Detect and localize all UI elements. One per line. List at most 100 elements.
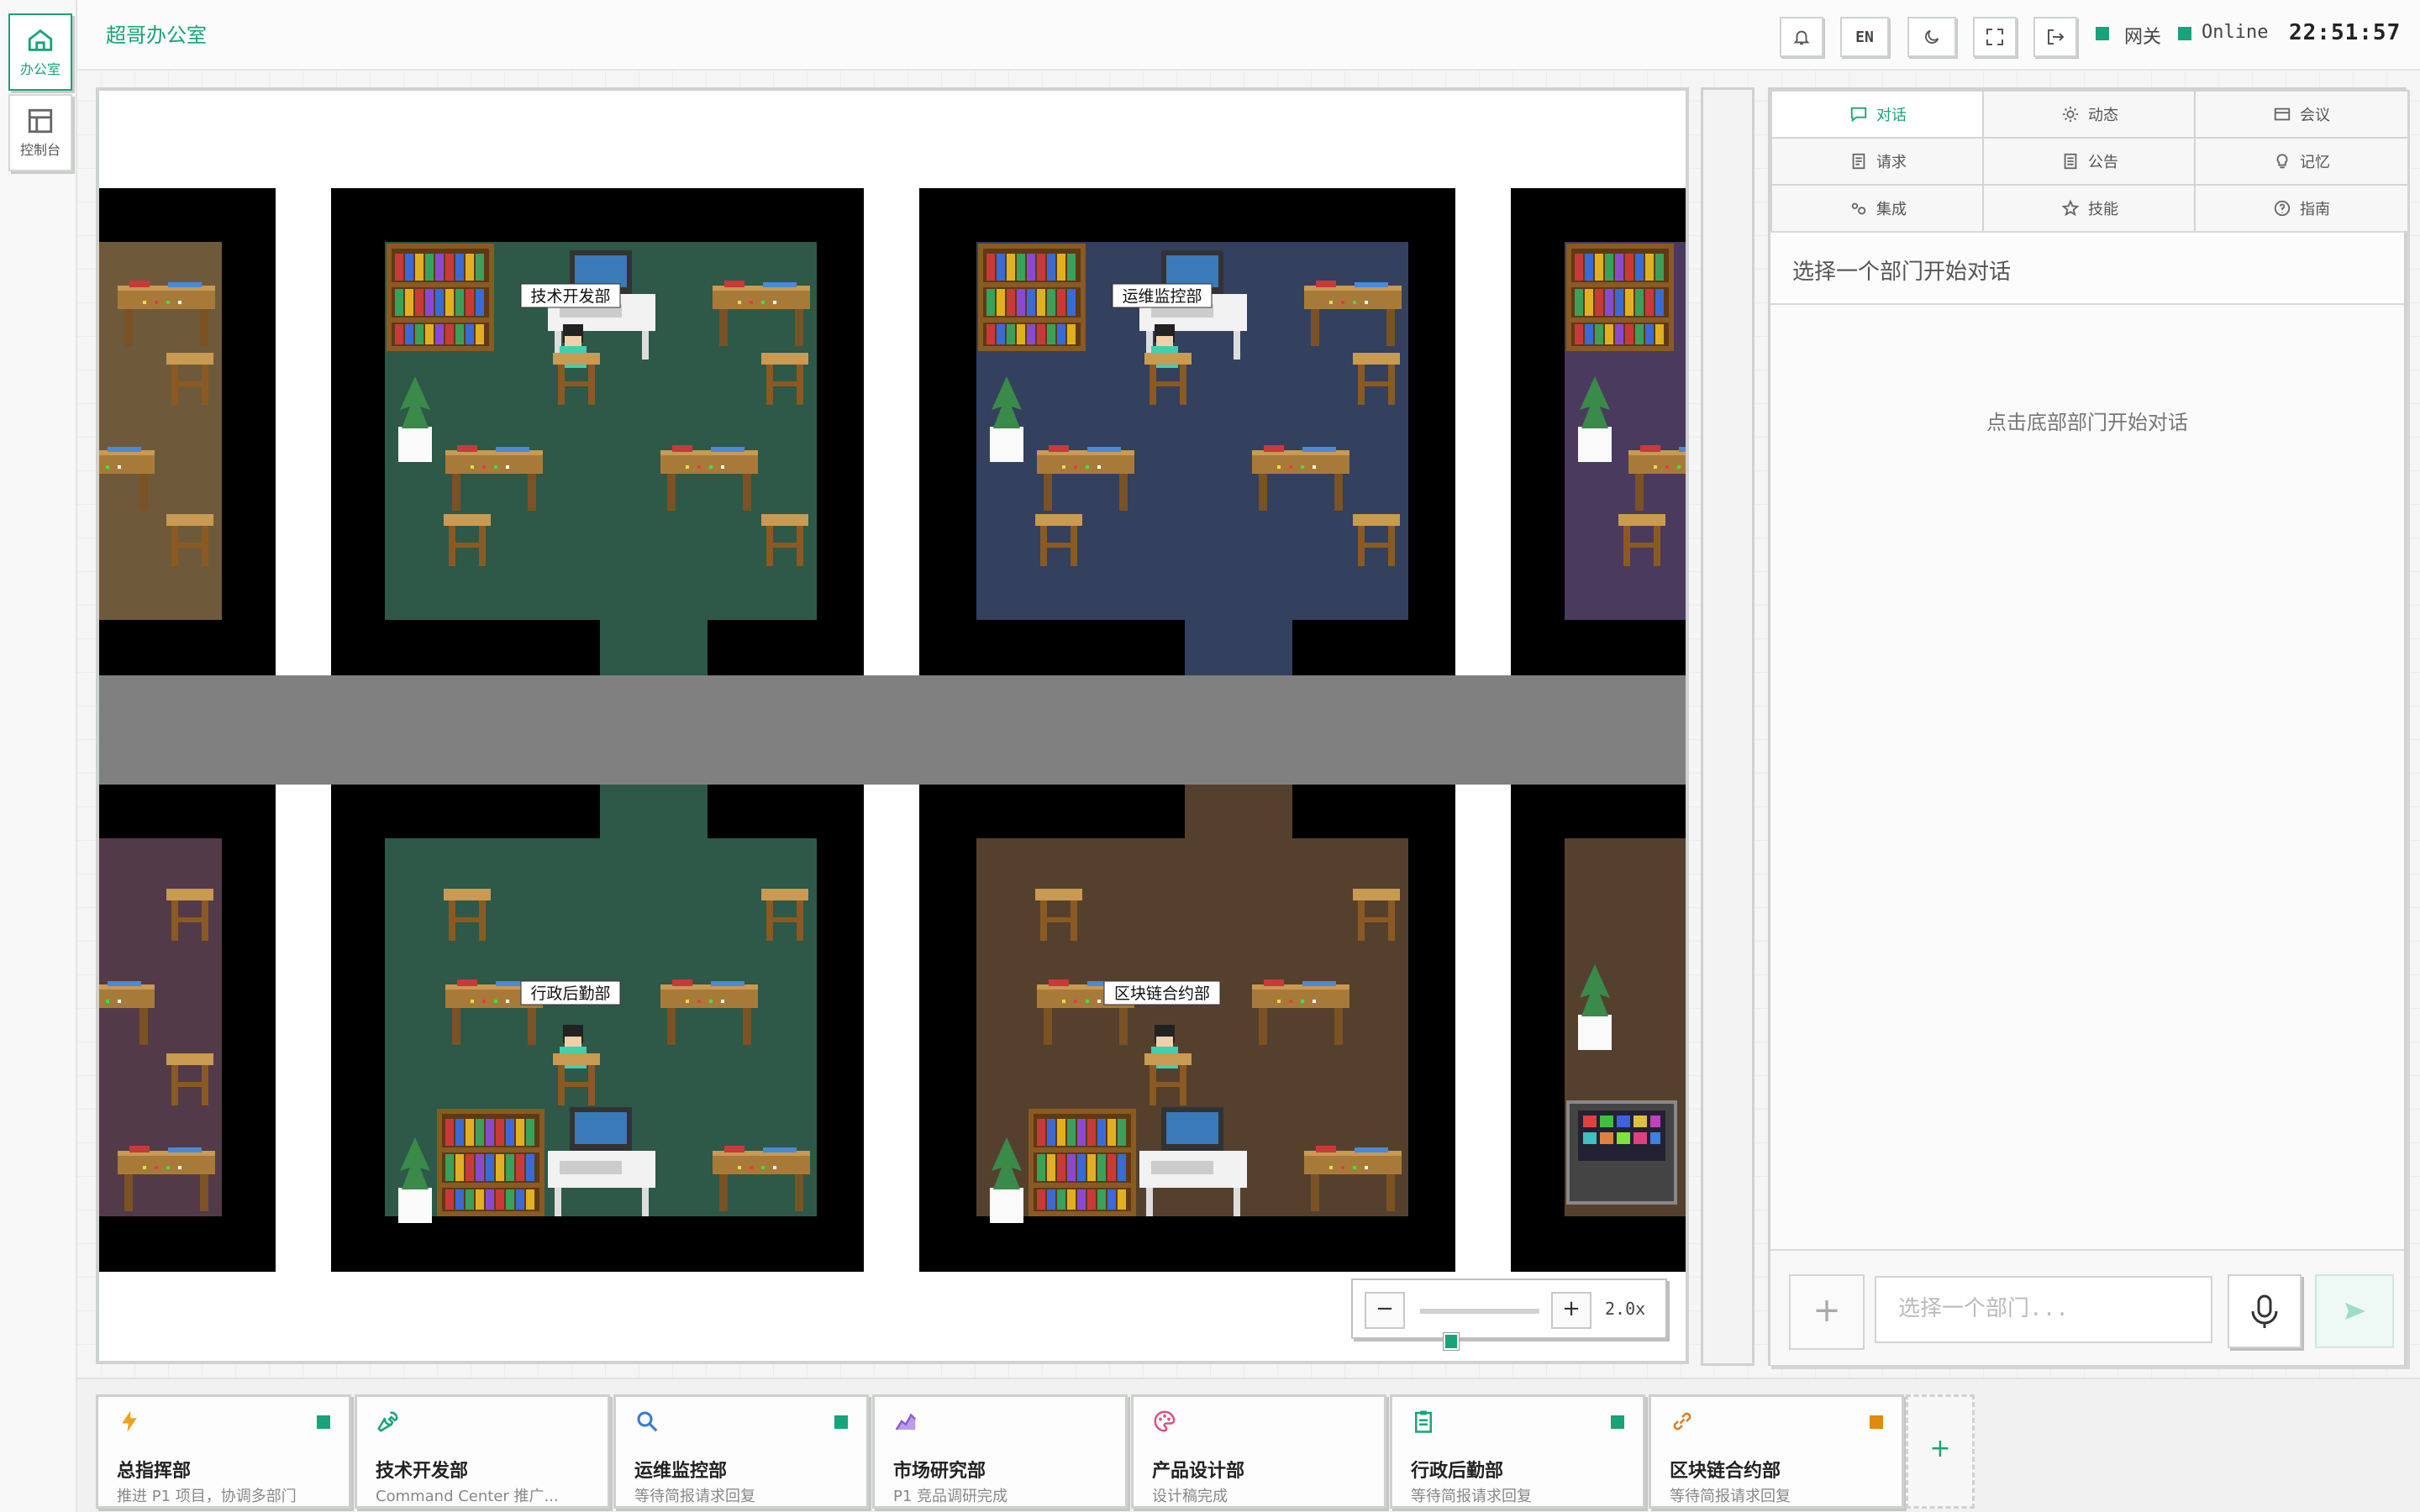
- star-icon: [2061, 199, 2080, 217]
- zoom-slider[interactable]: [1420, 1309, 1539, 1350]
- integration-icon: [1851, 202, 1866, 215]
- gateway-status-dot: [2096, 27, 2109, 40]
- chat-icon: [1850, 107, 1867, 123]
- rail-console-button[interactable]: 控制台: [8, 94, 72, 171]
- left-rail: 办公室 控制台: [0, 0, 77, 1512]
- send-button[interactable]: [2315, 1274, 2394, 1348]
- office-map-canvas[interactable]: 技术开发部 运维监控部 行政后勤部 区块链合约部: [99, 91, 1686, 1361]
- palette-icon: [1154, 1410, 1176, 1432]
- app-title: 超哥办公室: [106, 24, 207, 47]
- tab-integration[interactable]: 集成: [1770, 184, 1986, 233]
- online-status-dot: [2178, 27, 2191, 40]
- department-name: 市场研究部: [893, 1461, 986, 1482]
- department-name: 区块链合约部: [1670, 1461, 1781, 1482]
- chat-composer: + 选择一个部门...: [1770, 1249, 2404, 1365]
- department-card[interactable]: 总指挥部推进 P1 项目，协调多部门: [96, 1394, 351, 1509]
- department-status-dot: [1870, 1415, 1883, 1429]
- zoom-in-button[interactable]: +: [1551, 1292, 1591, 1329]
- add-department-button[interactable]: +: [1906, 1394, 1975, 1509]
- department-status-dot: [834, 1415, 848, 1429]
- tab-sun[interactable]: 动态: [1982, 90, 2197, 139]
- wrench-icon: [377, 1411, 398, 1432]
- department-card[interactable]: 技术开发部 Command Center 推广...: [355, 1394, 610, 1509]
- online-status-label: Online: [2202, 22, 2269, 43]
- room-label-tech: 技术开发部: [520, 283, 621, 308]
- clipboard-icon: [1415, 1410, 1432, 1433]
- language-button[interactable]: EN: [1840, 17, 1889, 57]
- tab-label: 技能: [2088, 201, 2118, 218]
- voice-input-button[interactable]: [2228, 1274, 2302, 1348]
- department-status: 等待简报请求回复: [1670, 1488, 1791, 1505]
- tab-label: 公告: [2088, 154, 2118, 171]
- tab-label: 请求: [1876, 154, 1907, 171]
- tab-label: 对话: [1876, 107, 1907, 124]
- department-name: 产品设计部: [1152, 1461, 1245, 1482]
- logout-button[interactable]: [2033, 17, 2077, 57]
- tab-document[interactable]: 请求: [1770, 137, 1986, 186]
- room-label-blockchain: 区块链合约部: [1103, 980, 1221, 1005]
- notice-icon: [2064, 153, 2077, 170]
- rail-office-button[interactable]: 办公室: [8, 13, 72, 91]
- department-card[interactable]: 市场研究部 P1 竞品调研完成: [872, 1394, 1128, 1509]
- panel-divider[interactable]: [1701, 87, 1754, 1366]
- zoom-slider-handle[interactable]: [1444, 1333, 1459, 1350]
- bulb-icon: [2276, 154, 2288, 169]
- room-label-tech-text: 技术开发部: [530, 287, 610, 306]
- message-input[interactable]: 选择一个部门...: [1875, 1276, 2212, 1343]
- department-card[interactable]: 产品设计部设计稿完成: [1131, 1394, 1386, 1509]
- department-select-prompt: 选择一个部门开始对话: [1792, 260, 2012, 285]
- rail-office-label: 办公室: [19, 61, 60, 77]
- department-select-bar[interactable]: 选择一个部门开始对话: [1770, 231, 2404, 305]
- tab-bulb[interactable]: 记忆: [2194, 137, 2409, 186]
- theme-toggle-button[interactable]: [1907, 17, 1956, 57]
- tab-label: 动态: [2088, 107, 2118, 124]
- dashboard-icon: [28, 108, 53, 134]
- department-card[interactable]: 行政后勤部 等待简报请求回复: [1390, 1394, 1645, 1509]
- tab-label: 会议: [2300, 107, 2330, 124]
- help-icon: [2274, 200, 2291, 217]
- zoom-out-button[interactable]: −: [1365, 1292, 1405, 1329]
- department-card[interactable]: 区块链合约部等待简报请求回复: [1649, 1394, 1904, 1509]
- department-dock: 总指挥部 推进 P1 项目，协调多部门 技术开发部 Command Center 推广…: [77, 1378, 2420, 1512]
- room-label-admin: 行政后勤部: [520, 980, 621, 1005]
- home-icon: [28, 29, 53, 51]
- top-header: 超哥办公室 EN 网关 Online 22:51:57: [77, 0, 2420, 71]
- tab-meeting[interactable]: 会议: [2194, 90, 2409, 139]
- attach-button[interactable]: +: [1789, 1274, 1865, 1350]
- search-icon: [637, 1411, 658, 1432]
- department-name: 总指挥部: [117, 1461, 192, 1482]
- department-card[interactable]: 运维监控部等待简报请求回复: [613, 1394, 869, 1509]
- tab-chat[interactable]: 对话: [1770, 90, 1986, 141]
- tab-notice[interactable]: 公告: [1982, 137, 2197, 186]
- room-label-ops-text: 运维监控部: [1122, 287, 1202, 306]
- sun-icon: [2062, 106, 2079, 123]
- tab-help[interactable]: 指南: [2194, 184, 2409, 233]
- fullscreen-icon: [1986, 29, 2003, 45]
- zoom-level-label: 2.0x: [1605, 1299, 1646, 1319]
- office-map[interactable]: 技术开发部 运维监控部 行政后勤部 区块链合约部 − + 2.0x: [96, 87, 1689, 1364]
- tab-label: 记忆: [2300, 154, 2330, 171]
- clock: 22:51:57: [2289, 20, 2402, 45]
- department-status: 设计稿完成: [1152, 1488, 1228, 1505]
- rail-console-label: 控制台: [19, 142, 60, 158]
- tab-label: 指南: [2300, 201, 2330, 218]
- gateway-status-label: 网关: [2124, 27, 2162, 48]
- department-status: 等待简报请求回复: [634, 1488, 755, 1505]
- tab-star[interactable]: 技能: [1982, 184, 2197, 233]
- fullscreen-button[interactable]: [1973, 17, 2017, 57]
- department-status: P1 竞品调研完成: [893, 1488, 1008, 1505]
- department-name: 技术开发部: [376, 1461, 469, 1482]
- meeting-icon: [2274, 108, 2291, 121]
- moon-icon: [1925, 29, 1939, 44]
- microphone-icon: [2251, 1294, 2278, 1328]
- department-status: 推进 P1 项目，协调多部门: [117, 1488, 297, 1505]
- send-icon: [2345, 1303, 2365, 1320]
- side-panel: 对话 动态 会议 请求 公告 记忆 集成 技能 指南 选择一个部门开始对话 点击底部部门开始对话…: [1768, 87, 2409, 1366]
- department-name: 运维监控部: [634, 1461, 728, 1482]
- zoom-control: − + 2.0x: [1351, 1278, 1667, 1350]
- logout-icon: [2048, 29, 2065, 45]
- department-status-dot: [317, 1415, 330, 1429]
- notifications-button[interactable]: [1780, 17, 1823, 57]
- room-label-admin-text: 行政后勤部: [530, 984, 610, 1003]
- room-label-ops: 运维监控部: [1112, 283, 1213, 308]
